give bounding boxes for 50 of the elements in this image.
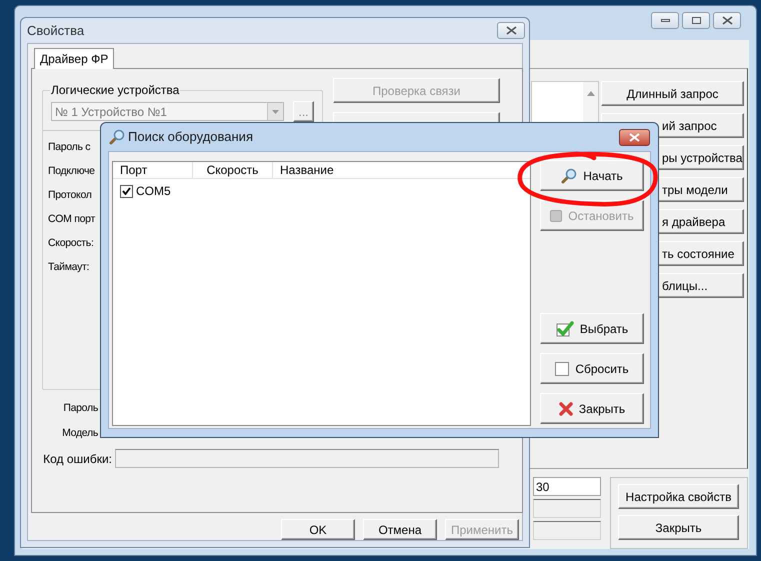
- dialog-button[interactable]: Выбрать: [540, 313, 644, 344]
- minimize-icon: [660, 19, 670, 22]
- stop-icon: [550, 210, 562, 222]
- search-icon: [109, 129, 125, 145]
- field-label: Скорость:: [48, 236, 94, 251]
- field-label: Пароль: [62, 400, 99, 416]
- dialog-button[interactable]: Отмена: [363, 519, 437, 540]
- column-header[interactable]: Название: [273, 162, 530, 178]
- column-header[interactable]: Скорость: [193, 162, 273, 178]
- close-button[interactable]: [619, 128, 650, 146]
- field-label: Подключе: [48, 164, 95, 179]
- field-label: Таймаут:: [48, 260, 90, 275]
- dialog-button[interactable]: Настройка свойств: [618, 484, 739, 509]
- close-button[interactable]: [713, 12, 741, 29]
- search-icon: [561, 168, 578, 184]
- field-label: Код ошибки:: [42, 450, 112, 468]
- error-code-field[interactable]: [115, 449, 499, 468]
- dialog-button[interactable]: Закрыть: [540, 393, 644, 424]
- field-label: Протокол: [48, 188, 92, 203]
- port-name: COM5: [136, 183, 171, 200]
- close-icon: [506, 26, 516, 35]
- close-icon: [629, 132, 640, 142]
- checkmark-icon: [556, 320, 574, 336]
- field-label: COM порт: [48, 212, 95, 227]
- dialog-button[interactable]: OK: [281, 519, 355, 540]
- dialog-title: Поиск оборудования: [128, 128, 253, 146]
- checkbox-icon: [555, 362, 570, 376]
- maximize-icon: [692, 17, 700, 24]
- field-label: Модель: [61, 426, 99, 441]
- window-title: Свойства: [27, 22, 84, 40]
- close-icon: [722, 16, 732, 25]
- cross-icon: [558, 402, 573, 416]
- column-header[interactable]: Порт: [113, 162, 193, 178]
- group-title: Логические устройства: [50, 82, 180, 99]
- close-button[interactable]: [497, 22, 525, 39]
- device-dropdown[interactable]: № 1 Устройство №1: [51, 102, 284, 121]
- text-field[interactable]: [533, 521, 601, 540]
- dialog-button[interactable]: Сбросить: [540, 353, 644, 384]
- timeout-field[interactable]: 30: [533, 477, 601, 496]
- field-label: Пароль с: [48, 140, 90, 155]
- scroll-up-icon[interactable]: [586, 90, 594, 96]
- row-checkbox[interactable]: [120, 184, 133, 198]
- action-button[interactable]: Длинный запрос: [601, 81, 744, 106]
- dialog-button[interactable]: Начать: [540, 160, 644, 191]
- maximize-button[interactable]: [682, 12, 710, 29]
- tab[interactable]: Драйвер ФР: [34, 48, 114, 69]
- device-dropdown-value: № 1 Устройство №1: [55, 104, 167, 120]
- dialog-button[interactable]: Закрыть: [618, 515, 739, 540]
- minimize-button[interactable]: [651, 12, 679, 29]
- text-field[interactable]: [533, 499, 601, 518]
